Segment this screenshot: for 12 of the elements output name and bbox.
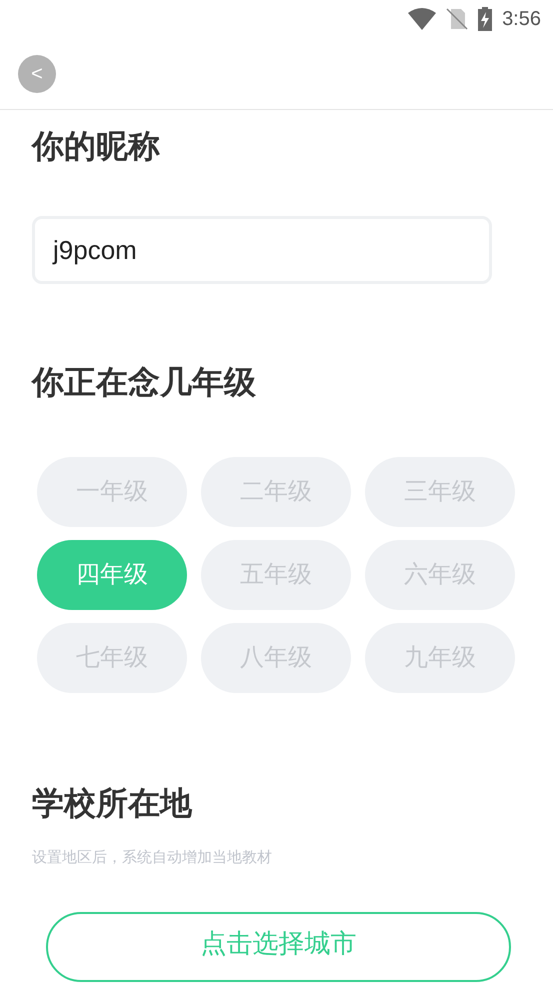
grade-option[interactable]: 四年级 (37, 540, 187, 610)
wifi-icon (408, 8, 436, 30)
no-sim-icon (446, 8, 468, 30)
battery-charging-icon (478, 7, 492, 31)
nickname-field[interactable]: j9pcom (32, 216, 492, 284)
clock-time: 3:56 (502, 7, 541, 32)
grade-title: 你正在念几年级 (32, 363, 257, 402)
nickname-title: 你的昵称 (32, 127, 161, 166)
select-city-button[interactable]: 点击选择城市 (46, 912, 511, 982)
location-title: 学校所在地 (32, 784, 194, 823)
location-hint: 设置地区后，系统自动增加当地教材 (32, 848, 273, 868)
back-button[interactable]: < (18, 54, 56, 92)
